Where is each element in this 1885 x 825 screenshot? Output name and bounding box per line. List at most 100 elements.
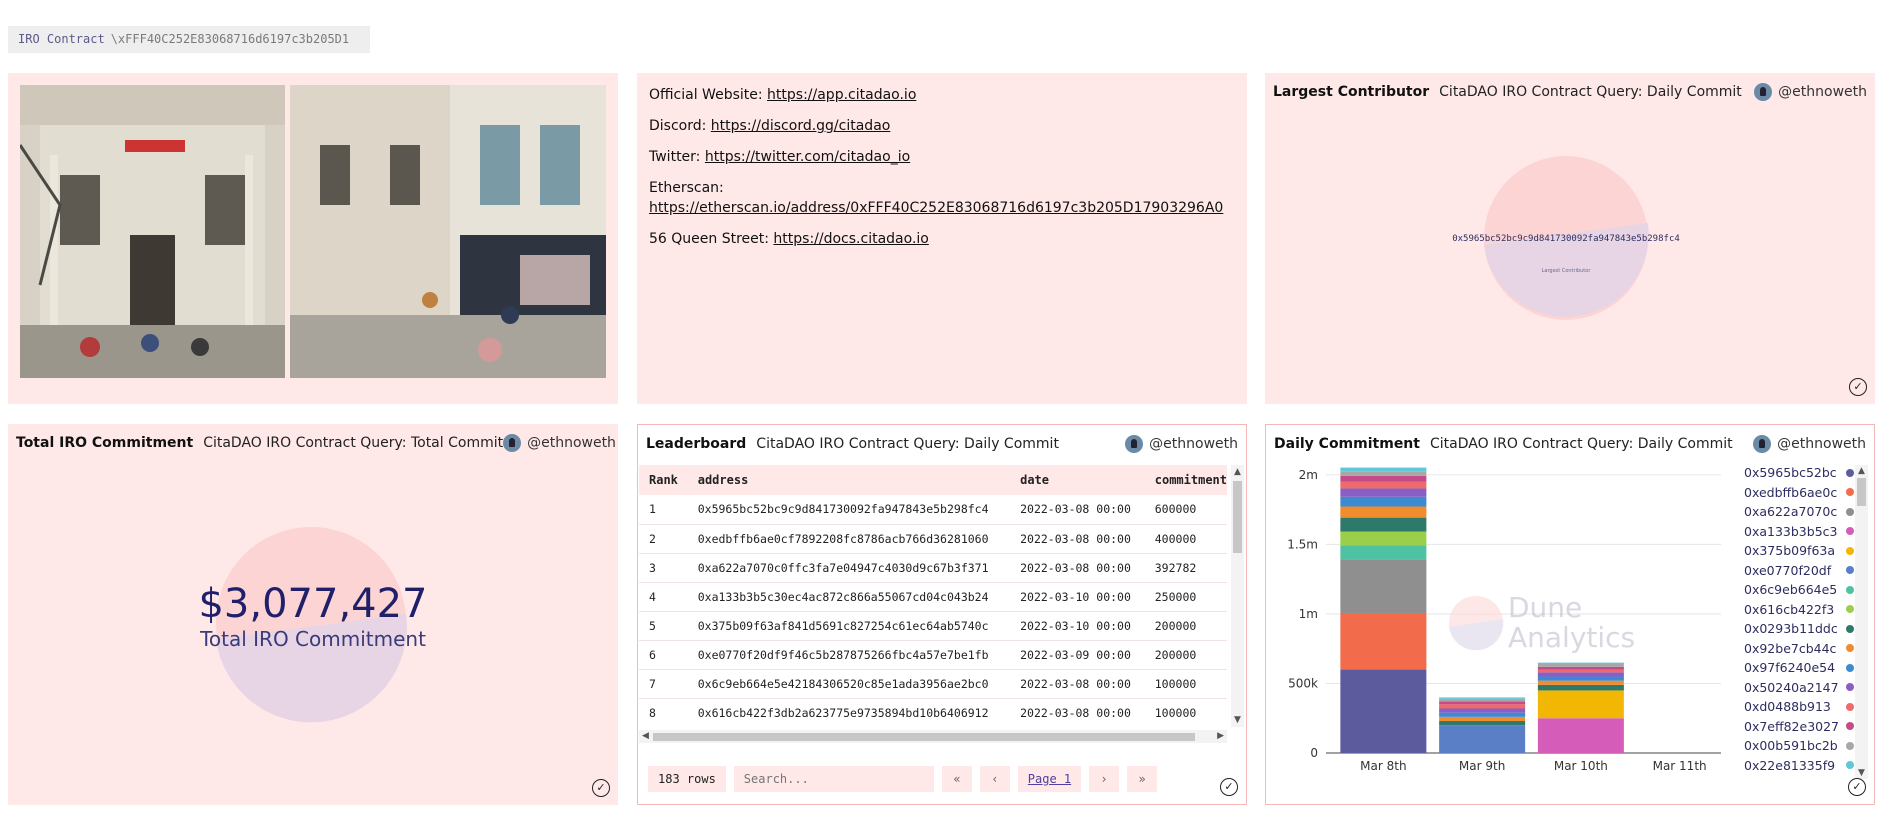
- bar-segment[interactable]: [1439, 701, 1526, 705]
- website-link[interactable]: https://app.citadao.io: [767, 87, 916, 103]
- next-page-button[interactable]: ›: [1089, 766, 1120, 792]
- scroll-left-icon[interactable]: ◀: [642, 731, 649, 741]
- last-page-button[interactable]: »: [1127, 766, 1158, 792]
- docs-link[interactable]: https://docs.citadao.io: [773, 231, 928, 247]
- author[interactable]: @ethnoweth: [1125, 435, 1238, 453]
- bar-segment[interactable]: [1537, 680, 1624, 685]
- table-row[interactable]: 5 0x375b09f63af841d5691c827254c61ec64ab57…: [639, 611, 1227, 641]
- table-row[interactable]: 8 0x616cb422f3db2a623775e9735894bd10b6406…: [639, 698, 1227, 727]
- column-header-date[interactable]: date: [1010, 465, 1145, 495]
- legend-item[interactable]: 0x5965bc52bc: [1728, 463, 1854, 483]
- table-row[interactable]: 7 0x6c9eb664e5e42184306520c85e1ada3956ae2…: [639, 669, 1227, 699]
- bar-segment[interactable]: [1439, 704, 1526, 709]
- first-page-button[interactable]: «: [941, 766, 972, 792]
- legend-item[interactable]: 0x616cb422f3: [1728, 600, 1854, 620]
- legend-scrollbar[interactable]: ▲ ▼: [1855, 465, 1868, 779]
- check-icon[interactable]: ✓: [1848, 778, 1866, 796]
- legend-swatch: [1846, 488, 1854, 497]
- bar-segment[interactable]: [1439, 712, 1526, 717]
- total-commitment-counter: $3,077,427 Total IRO Commitment: [198, 527, 428, 723]
- bar-segment[interactable]: [1439, 708, 1526, 713]
- legend-label: 0x616cb422f3: [1744, 601, 1835, 617]
- legend-item[interactable]: 0xe0770f20df: [1728, 561, 1854, 581]
- legend-item[interactable]: 0xd0488b913: [1728, 697, 1854, 717]
- bar-segment[interactable]: [1340, 506, 1427, 518]
- column-header-commitment[interactable]: commitment: [1144, 465, 1227, 495]
- scroll-thumb[interactable]: [1233, 481, 1242, 553]
- legend-item[interactable]: 0xedbffb6ae0c: [1728, 483, 1854, 503]
- bar-segment[interactable]: [1340, 531, 1427, 546]
- bar-segment[interactable]: [1537, 672, 1624, 677]
- bar-segment[interactable]: [1340, 545, 1427, 560]
- bar-segment[interactable]: [1537, 690, 1624, 719]
- column-header-rank[interactable]: Rank: [639, 465, 688, 495]
- bar-segment[interactable]: [1537, 664, 1624, 667]
- scroll-down-icon[interactable]: ▼: [1858, 768, 1865, 778]
- bar-segment[interactable]: [1537, 718, 1624, 753]
- rank-cell: 3: [639, 553, 688, 583]
- twitter-link[interactable]: https://twitter.com/citadao_io: [705, 149, 910, 165]
- scroll-up-icon[interactable]: ▲: [1234, 467, 1241, 477]
- bar-segment[interactable]: [1537, 676, 1624, 681]
- y-tick-label: 0: [1310, 746, 1318, 760]
- table-row[interactable]: 4 0xa133b3b5c30ec4ac872c866a55067cd04c043…: [639, 582, 1227, 612]
- table-row[interactable]: 1 0x5965bc52bc9c9d841730092fa947843e5b298…: [639, 495, 1227, 525]
- legend-item[interactable]: 0xa622a7070c: [1728, 502, 1854, 522]
- website-label: Official Website:: [649, 87, 763, 103]
- table-row[interactable]: 3 0xa622a7070c0ffc3fa7e04947c4030d9c67b3f…: [639, 553, 1227, 583]
- scroll-down-icon[interactable]: ▼: [1234, 715, 1241, 725]
- legend-item[interactable]: 0xa133b3b5c3: [1728, 522, 1854, 542]
- bar-segment[interactable]: [1340, 613, 1427, 670]
- legend-item[interactable]: 0x97f6240e54: [1728, 658, 1854, 678]
- legend-item[interactable]: 0x00b591bc2b: [1728, 736, 1854, 756]
- bar-segment[interactable]: [1340, 467, 1427, 472]
- legend-item[interactable]: 0x6c9eb664e5: [1728, 580, 1854, 600]
- legend-item[interactable]: 0x375b09f63a: [1728, 541, 1854, 561]
- bar-segment[interactable]: [1340, 475, 1427, 482]
- bar-segment[interactable]: [1439, 721, 1526, 726]
- legend-item[interactable]: 0x22e81335f9: [1728, 756, 1854, 776]
- table-vertical-scrollbar[interactable]: ▲ ▼: [1231, 465, 1244, 727]
- bar-segment[interactable]: [1439, 697, 1526, 699]
- scroll-up-icon[interactable]: ▲: [1858, 466, 1865, 476]
- check-icon[interactable]: ✓: [1220, 778, 1238, 796]
- scroll-thumb[interactable]: [653, 733, 1195, 741]
- bar-segment[interactable]: [1537, 669, 1624, 673]
- legend-item[interactable]: 0x7eff82e3027: [1728, 717, 1854, 737]
- bar-segment[interactable]: [1340, 488, 1427, 497]
- legend-item[interactable]: 0x92be7cb44c: [1728, 639, 1854, 659]
- panel-title[interactable]: Leaderboard: [646, 436, 746, 452]
- query-name[interactable]: CitaDAO IRO Contract Query: Daily Commit: [756, 436, 1059, 452]
- bar-segment[interactable]: [1439, 698, 1526, 702]
- bar-segment[interactable]: [1537, 684, 1624, 691]
- largest-contributor-counter: 0x5965bc52bc9c9d841730092fa947843e5b298f…: [1452, 156, 1680, 320]
- prev-page-button[interactable]: ‹: [979, 766, 1010, 792]
- bar-segment[interactable]: [1340, 481, 1427, 489]
- bar-segment[interactable]: [1537, 662, 1624, 665]
- search-input[interactable]: [733, 766, 934, 792]
- bar-segment[interactable]: [1340, 471, 1427, 476]
- table-horizontal-scrollbar[interactable]: ◀ ▶: [639, 730, 1227, 743]
- bar-segment[interactable]: [1340, 496, 1427, 507]
- bar-segment[interactable]: [1340, 559, 1427, 614]
- etherscan-link[interactable]: https://etherscan.io/address/0xFFF40C252…: [649, 200, 1223, 216]
- bar-segment[interactable]: [1537, 666, 1624, 670]
- scroll-thumb[interactable]: [1857, 478, 1866, 506]
- bar-segment[interactable]: [1439, 716, 1526, 722]
- commitment-cell: 200000: [1144, 611, 1227, 641]
- scroll-right-icon[interactable]: ▶: [1217, 731, 1224, 741]
- table-row[interactable]: 2 0xedbffb6ae0cf7892208fc8786acb766d36281…: [639, 524, 1227, 554]
- legend-item[interactable]: 0x50240a2147: [1728, 678, 1854, 698]
- legend-item[interactable]: 0x0293b11ddc: [1728, 619, 1854, 639]
- check-icon[interactable]: ✓: [1849, 378, 1867, 396]
- bar-segment[interactable]: [1439, 725, 1526, 753]
- author[interactable]: @ethnoweth: [1753, 435, 1866, 453]
- page-indicator[interactable]: Page 1: [1017, 766, 1082, 792]
- leaderboard-panel: Leaderboard CitaDAO IRO Contract Query: …: [637, 424, 1247, 805]
- discord-link[interactable]: https://discord.gg/citadao: [711, 118, 891, 134]
- table-row[interactable]: 6 0xe0770f20df9f46c5b287875266fbc4a57e7be…: [639, 640, 1227, 670]
- column-header-address[interactable]: address: [687, 465, 1011, 495]
- bar-segment[interactable]: [1340, 669, 1427, 753]
- bar-segment[interactable]: [1340, 517, 1427, 532]
- check-icon[interactable]: ✓: [592, 779, 610, 797]
